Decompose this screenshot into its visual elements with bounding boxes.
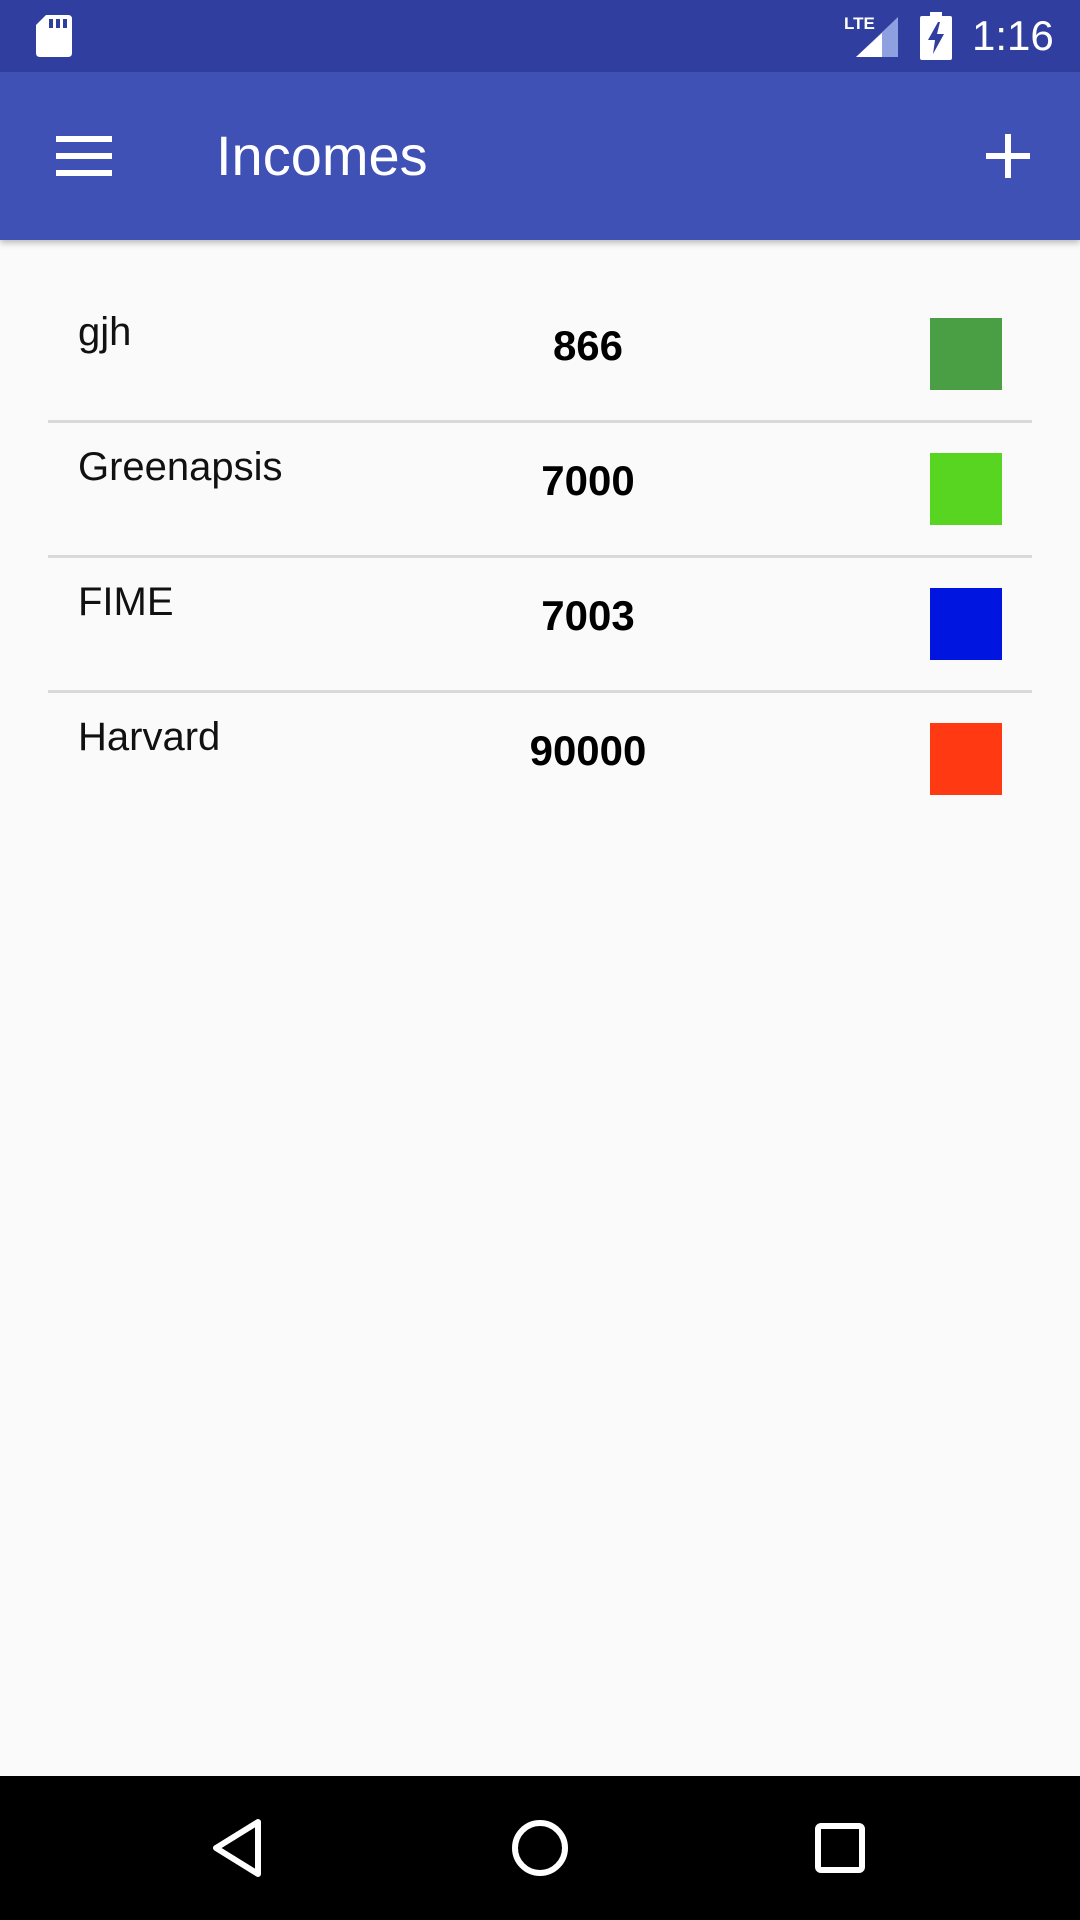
income-color-swatch (930, 453, 1002, 525)
income-color-swatch (930, 723, 1002, 795)
income-color-swatch (930, 318, 1002, 390)
lte-signal-icon: LTE (844, 14, 898, 57)
income-name: gjh (78, 310, 132, 354)
recents-icon (815, 1823, 865, 1873)
add-income-button[interactable] (966, 114, 1050, 198)
income-amount: 866 (552, 322, 624, 369)
income-name: Harvard (78, 715, 221, 759)
menu-bar-middle (56, 153, 112, 159)
income-amount: 7003 (541, 592, 635, 639)
menu-button[interactable] (36, 114, 132, 198)
status-bar: LTE 1:16 (0, 0, 1080, 72)
income-row[interactable]: Greenapsis 7000 (48, 423, 1032, 558)
income-name: Greenapsis (78, 445, 283, 489)
income-name: FIME (78, 580, 174, 624)
recents-button[interactable] (804, 1812, 876, 1884)
navigation-bar (0, 1776, 1080, 1920)
status-clock: 1:16 (972, 12, 1054, 59)
page-title: Incomes (216, 124, 428, 187)
back-icon (213, 1819, 261, 1877)
income-color-swatch (930, 588, 1002, 660)
menu-bar-bottom (56, 170, 112, 176)
income-list: gjh 866 Greenapsis 7000 FIME 7003 Harvar… (48, 288, 1032, 828)
income-amount: 7000 (541, 457, 635, 504)
income-row[interactable]: FIME 7003 (48, 558, 1032, 693)
income-row[interactable]: Harvard 90000 (48, 693, 1032, 828)
back-button[interactable] (204, 1812, 276, 1884)
home-button[interactable] (504, 1812, 576, 1884)
sd-card-icon (36, 15, 72, 57)
income-amount: 90000 (529, 727, 647, 774)
plus-vertical (1005, 134, 1011, 178)
menu-bar-top (56, 136, 112, 142)
battery-charging-icon (920, 12, 952, 60)
home-icon (512, 1820, 568, 1876)
app-bar: Incomes (0, 72, 1080, 240)
lte-label: LTE (844, 14, 875, 33)
income-row[interactable]: gjh 866 (48, 288, 1032, 423)
screen: LTE 1:16 Incomes gjh 866 Greenapsis 7000… (0, 0, 1080, 1920)
